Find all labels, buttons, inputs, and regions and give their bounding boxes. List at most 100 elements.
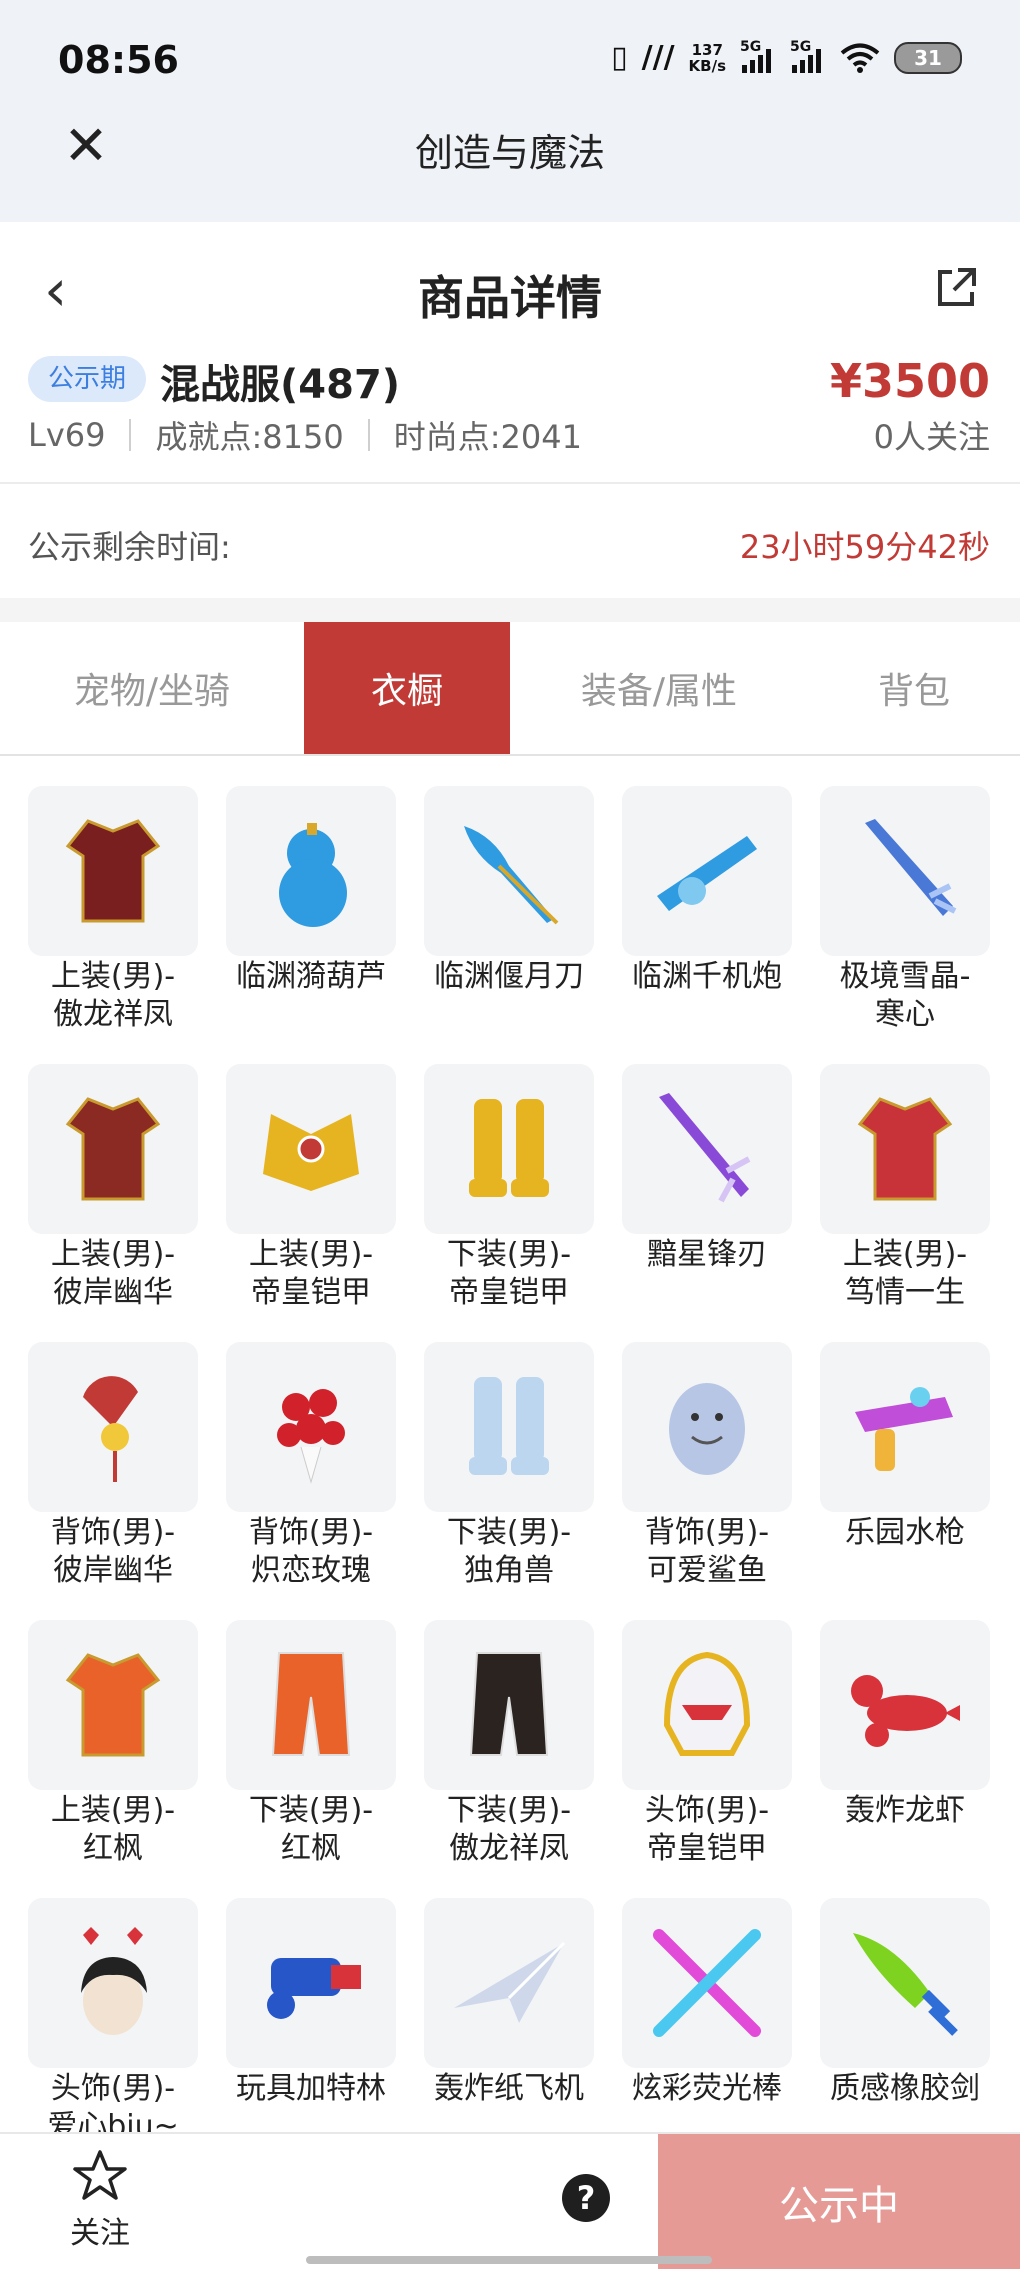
item-label-line1: 轰炸纸飞机	[434, 2071, 584, 2106]
item-label: 背饰(男)- 彼岸幽华	[28, 1514, 208, 1590]
item-label-line2: 傲龙祥凤	[449, 1831, 569, 1866]
item-label-line2: 红枫	[83, 1831, 143, 1866]
signal-icon-2: 5G	[790, 39, 826, 73]
item-label: 轰炸纸飞机	[414, 2070, 604, 2108]
item-label: 上装(男)- 彼岸幽华	[28, 1236, 208, 1312]
wardrobe-item[interactable]: 质感橡胶剑	[820, 1898, 990, 2132]
item-label-line2: 傲龙祥凤	[53, 997, 173, 1032]
ice-sword-icon	[865, 819, 957, 916]
item-thumbnail	[622, 1064, 792, 1234]
item-label: 背饰(男)- 可爱鲨鱼	[612, 1514, 802, 1590]
item-label-line2: 炽恋玫瑰	[251, 1553, 371, 1588]
wardrobe-item[interactable]: 炫彩荧光棒	[622, 1898, 792, 2132]
item-label: 上装(男)- 帝皇铠甲	[216, 1236, 406, 1312]
sword-icon	[659, 1093, 751, 1203]
item-label-line1: 背饰(男)-	[50, 1515, 176, 1550]
wardrobe-item[interactable]: 轰炸龙虾	[820, 1620, 990, 1898]
star-icon	[73, 2150, 127, 2200]
item-thumbnail	[424, 1342, 594, 1512]
rose-icon	[277, 1389, 345, 1484]
product-meta: Lv69 成就点:8150 时尚点:2041	[28, 412, 582, 458]
shark-icon	[669, 1383, 745, 1475]
help-icon[interactable]: ?	[562, 2174, 610, 2222]
item-label-line1: 下装(男)-	[446, 1515, 572, 1550]
wardrobe-item[interactable]: 上装(男)- 红枫	[28, 1620, 198, 1898]
item-label: 质感橡胶剑	[810, 2070, 994, 2108]
outfit-icon	[65, 1653, 161, 1757]
pants-icon	[271, 1652, 351, 1756]
wardrobe-item[interactable]: 临渊千机炮	[622, 786, 792, 1064]
wardrobe-item[interactable]: 上装(男)- 彼岸幽华	[28, 1064, 198, 1342]
item-thumbnail	[820, 1342, 990, 1512]
network-speed: 137 KB/s	[689, 42, 726, 74]
wardrobe-item[interactable]: 极境雪晶- 寒心	[820, 786, 990, 1064]
item-label-line1: 上装(男)-	[842, 1237, 968, 1272]
item-label-line1: 轰炸龙虾	[845, 1793, 965, 1828]
glowstick-icon	[653, 1929, 761, 2037]
divider	[0, 482, 1020, 484]
item-label-line1: 炫彩荧光棒	[632, 2071, 782, 2106]
item-label-line1: 上装(男)-	[50, 959, 176, 994]
top-area: 08:56 ▯ /// 137 KB/s 5G 5G 31 ✕ 创造与魔法	[0, 0, 1020, 222]
sim1-label: 5G	[740, 38, 762, 55]
publicity-status-button[interactable]: 公示中	[658, 2134, 1020, 2269]
wardrobe-item[interactable]: 头饰(男)- 爱心biu~	[28, 1898, 198, 2132]
tab-pets-mounts[interactable]: 宠物/坐骑	[0, 622, 304, 754]
wardrobe-item[interactable]: 下装(男)- 独角兽	[424, 1342, 594, 1620]
wardrobe-item[interactable]: 下装(男)- 红枫	[226, 1620, 396, 1898]
signal-icon: 5G	[740, 39, 776, 73]
item-thumbnail	[226, 1342, 396, 1512]
helmet-icon	[663, 1651, 751, 1756]
item-thumbnail	[622, 786, 792, 956]
boots-icon	[469, 1099, 549, 1197]
tab-backpack[interactable]: 背包	[808, 622, 1020, 754]
follow-button[interactable]: 关注	[50, 2148, 150, 2258]
wardrobe-item[interactable]: 头饰(男)- 帝皇铠甲	[622, 1620, 792, 1898]
wardrobe-item[interactable]: 下装(男)- 帝皇铠甲	[424, 1064, 594, 1342]
tab-wardrobe[interactable]: 衣橱	[304, 622, 510, 754]
wardrobe-item[interactable]: 上装(男)- 帝皇铠甲	[226, 1064, 396, 1342]
wardrobe-item[interactable]: 上装(男)- 傲龙祥凤	[28, 786, 198, 1064]
wardrobe-item[interactable]: 黯星锋刃	[622, 1064, 792, 1342]
home-indicator	[306, 2256, 712, 2264]
meta-divider	[129, 419, 132, 451]
wardrobe-item[interactable]: 背饰(男)- 彼岸幽华	[28, 1342, 198, 1620]
item-label: 头饰(男)- 帝皇铠甲	[612, 1792, 802, 1868]
tab-equipment-attributes[interactable]: 装备/属性	[510, 622, 808, 754]
outfit-icon	[65, 1097, 161, 1201]
item-label: 下装(男)- 傲龙祥凤	[414, 1792, 604, 1868]
wardrobe-item[interactable]: 上装(男)- 笃情一生	[820, 1064, 990, 1342]
item-thumbnail	[424, 1898, 594, 2068]
item-thumbnail	[622, 1898, 792, 2068]
item-label-line1: 背饰(男)-	[248, 1515, 374, 1550]
item-thumbnail	[424, 1064, 594, 1234]
wardrobe-item[interactable]: 轰炸纸飞机	[424, 1898, 594, 2132]
armor-icon	[263, 1114, 359, 1191]
item-thumbnail	[28, 1342, 198, 1512]
item-label: 头饰(男)- 爱心biu~	[28, 2070, 208, 2132]
item-label: 背饰(男)- 炽恋玫瑰	[216, 1514, 406, 1590]
item-label-line1: 玩具加特林	[236, 2071, 386, 2106]
webview-title: 创造与魔法	[414, 131, 605, 175]
item-label-line1: 上装(男)-	[50, 1793, 176, 1828]
category-tabs: 宠物/坐骑 衣橱 装备/属性 背包	[0, 622, 1020, 756]
item-label-line2: 帝皇铠甲	[449, 1275, 569, 1310]
wifi-icon	[840, 43, 880, 73]
wardrobe-item[interactable]: 临渊漪葫芦	[226, 786, 396, 1064]
meta-divider	[367, 419, 370, 451]
wardrobe-item[interactable]: 背饰(男)- 可爱鲨鱼	[622, 1342, 792, 1620]
item-label-line2: 独角兽	[464, 1553, 554, 1588]
wardrobe-item[interactable]: 下装(男)- 傲龙祥凤	[424, 1620, 594, 1898]
wardrobe-item[interactable]: 背饰(男)- 炽恋玫瑰	[226, 1342, 396, 1620]
share-icon[interactable]	[932, 264, 980, 312]
item-label-line2: 寒心	[875, 997, 935, 1032]
item-label-line1: 上装(男)-	[50, 1237, 176, 1272]
cannon-icon	[657, 836, 757, 911]
item-label: 极境雪晶- 寒心	[810, 958, 994, 1034]
wardrobe-item[interactable]: 临渊偃月刀	[424, 786, 594, 1064]
sim2-label: 5G	[790, 38, 812, 55]
gatling-icon	[267, 1958, 361, 2019]
wardrobe-item[interactable]: 玩具加特林	[226, 1898, 396, 2132]
wardrobe-item[interactable]: 乐园水枪	[820, 1342, 990, 1620]
follower-count: 0人关注	[873, 418, 990, 456]
